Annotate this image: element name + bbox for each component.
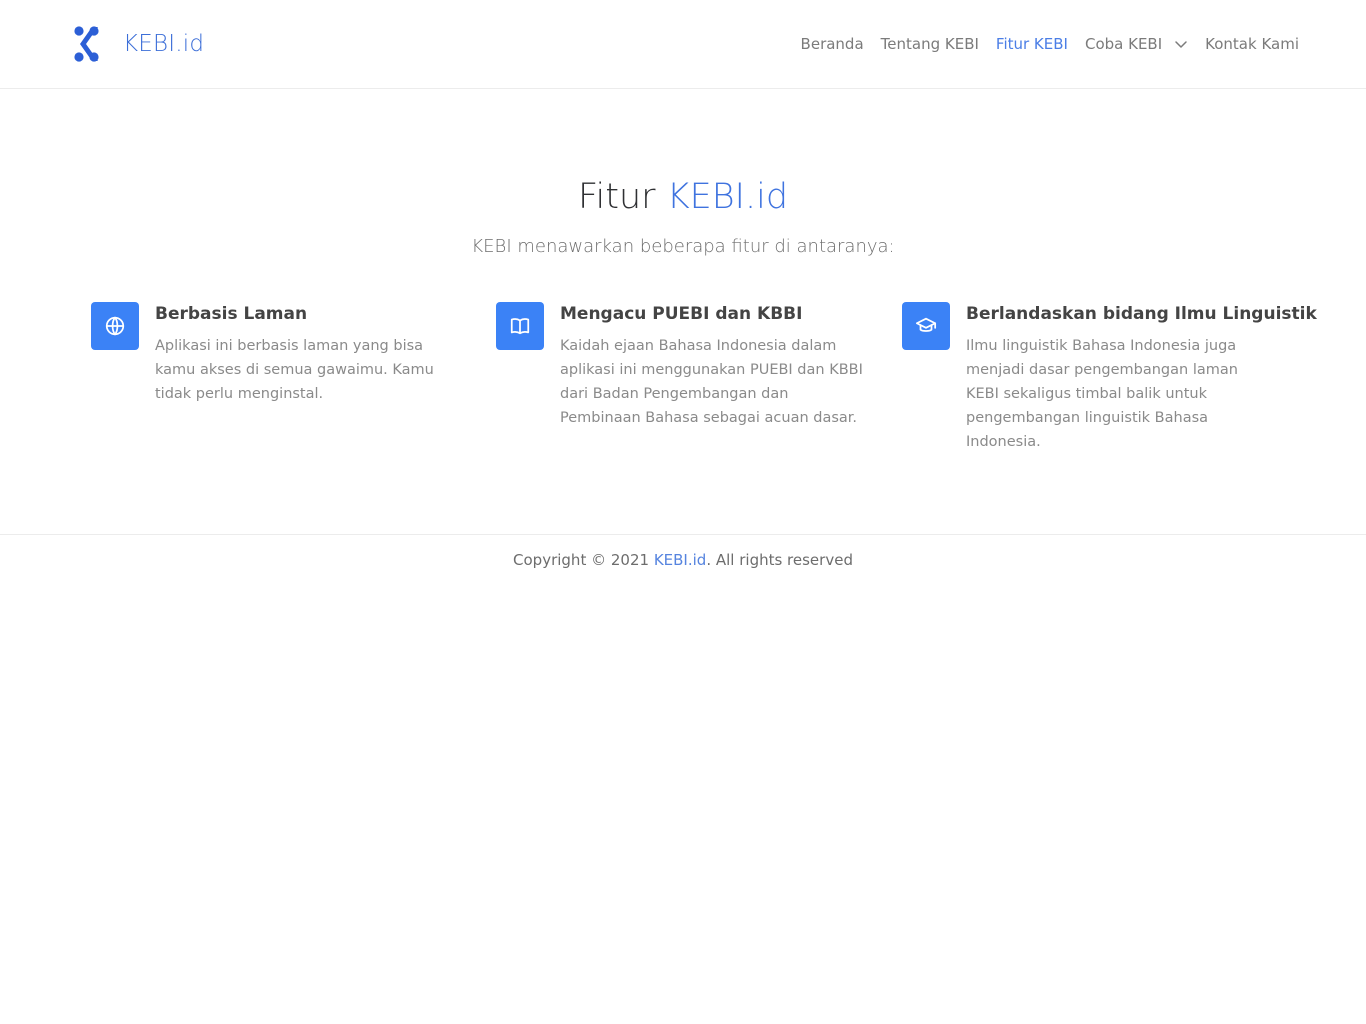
section-subtitle: KEBI menawarkan beberapa fitur di antara… xyxy=(471,236,895,257)
kebi-logo-icon xyxy=(74,26,99,62)
features-section: Fitur KEBI.id KEBI menawarkan beberapa f… xyxy=(0,89,1366,534)
feature-title: Mengacu PUEBI dan KBBI xyxy=(560,304,803,324)
feature-title: Berlandaskan bidang Ilmu Linguistik xyxy=(966,304,1317,324)
feature-item: Mengacu PUEBI dan KBBI Kaidah ejaan Baha… xyxy=(496,302,876,430)
site-header: KEBI.id Beranda Tentang KEBI Fitur KEBI … xyxy=(0,0,1366,89)
book-icon xyxy=(510,318,530,335)
brand-link[interactable]: KEBI.id xyxy=(72,24,204,64)
feature-text: Berlandaskan bidang Ilmu Linguistik Ilmu… xyxy=(966,302,1317,454)
section-title: Fitur KEBI.id xyxy=(0,177,1366,217)
nav-item-beranda[interactable]: Beranda xyxy=(801,35,864,53)
brand-name: KEBI.id xyxy=(123,31,205,57)
nav-item-kontak-kami[interactable]: Kontak Kami xyxy=(1205,35,1299,53)
feature-description: Kaidah ejaan Bahasa Indonesia dalam apli… xyxy=(560,338,863,426)
feature-text: Berbasis Laman Aplikasi ini berbasis lam… xyxy=(155,302,445,406)
feature-title: Berbasis Laman xyxy=(155,304,308,324)
section-title-prefix: Fitur xyxy=(577,177,656,217)
chevron-down-icon xyxy=(1175,41,1187,48)
section-title-accent: KEBI.id xyxy=(666,177,789,217)
graduation-cap-icon xyxy=(915,317,937,332)
footer-copyright-suffix: . All rights reserved xyxy=(706,551,853,569)
site-footer: Copyright © 2021 KEBI.id. All rights res… xyxy=(0,534,1366,594)
nav-item-tentang-kebi[interactable]: Tentang KEBI xyxy=(881,35,979,53)
nav-item-coba-kebi-label: Coba KEBI xyxy=(1084,35,1163,53)
feature-icon-box xyxy=(902,302,950,350)
globe-icon xyxy=(105,316,125,336)
feature-item: Berbasis Laman Aplikasi ini berbasis lam… xyxy=(91,302,451,406)
feature-icon-box xyxy=(91,302,139,350)
feature-description: Ilmu linguistik Bahasa Indonesia juga me… xyxy=(966,338,1238,450)
nav-item-fitur-kebi[interactable]: Fitur KEBI xyxy=(996,35,1068,53)
nav-item-coba-kebi[interactable]: Coba KEBI xyxy=(1085,35,1188,53)
footer-brand-link[interactable]: KEBI.id xyxy=(654,551,707,569)
footer-copyright-prefix: Copyright © 2021 xyxy=(513,551,650,569)
feature-item: Berlandaskan bidang Ilmu Linguistik Ilmu… xyxy=(902,302,1317,454)
feature-icon-box xyxy=(496,302,544,350)
feature-description: Aplikasi ini berbasis laman yang bisa ka… xyxy=(155,338,434,402)
main-nav: Beranda Tentang KEBI Fitur KEBI Coba KEB… xyxy=(784,30,1299,58)
feature-text: Mengacu PUEBI dan KBBI Kaidah ejaan Baha… xyxy=(560,302,872,430)
